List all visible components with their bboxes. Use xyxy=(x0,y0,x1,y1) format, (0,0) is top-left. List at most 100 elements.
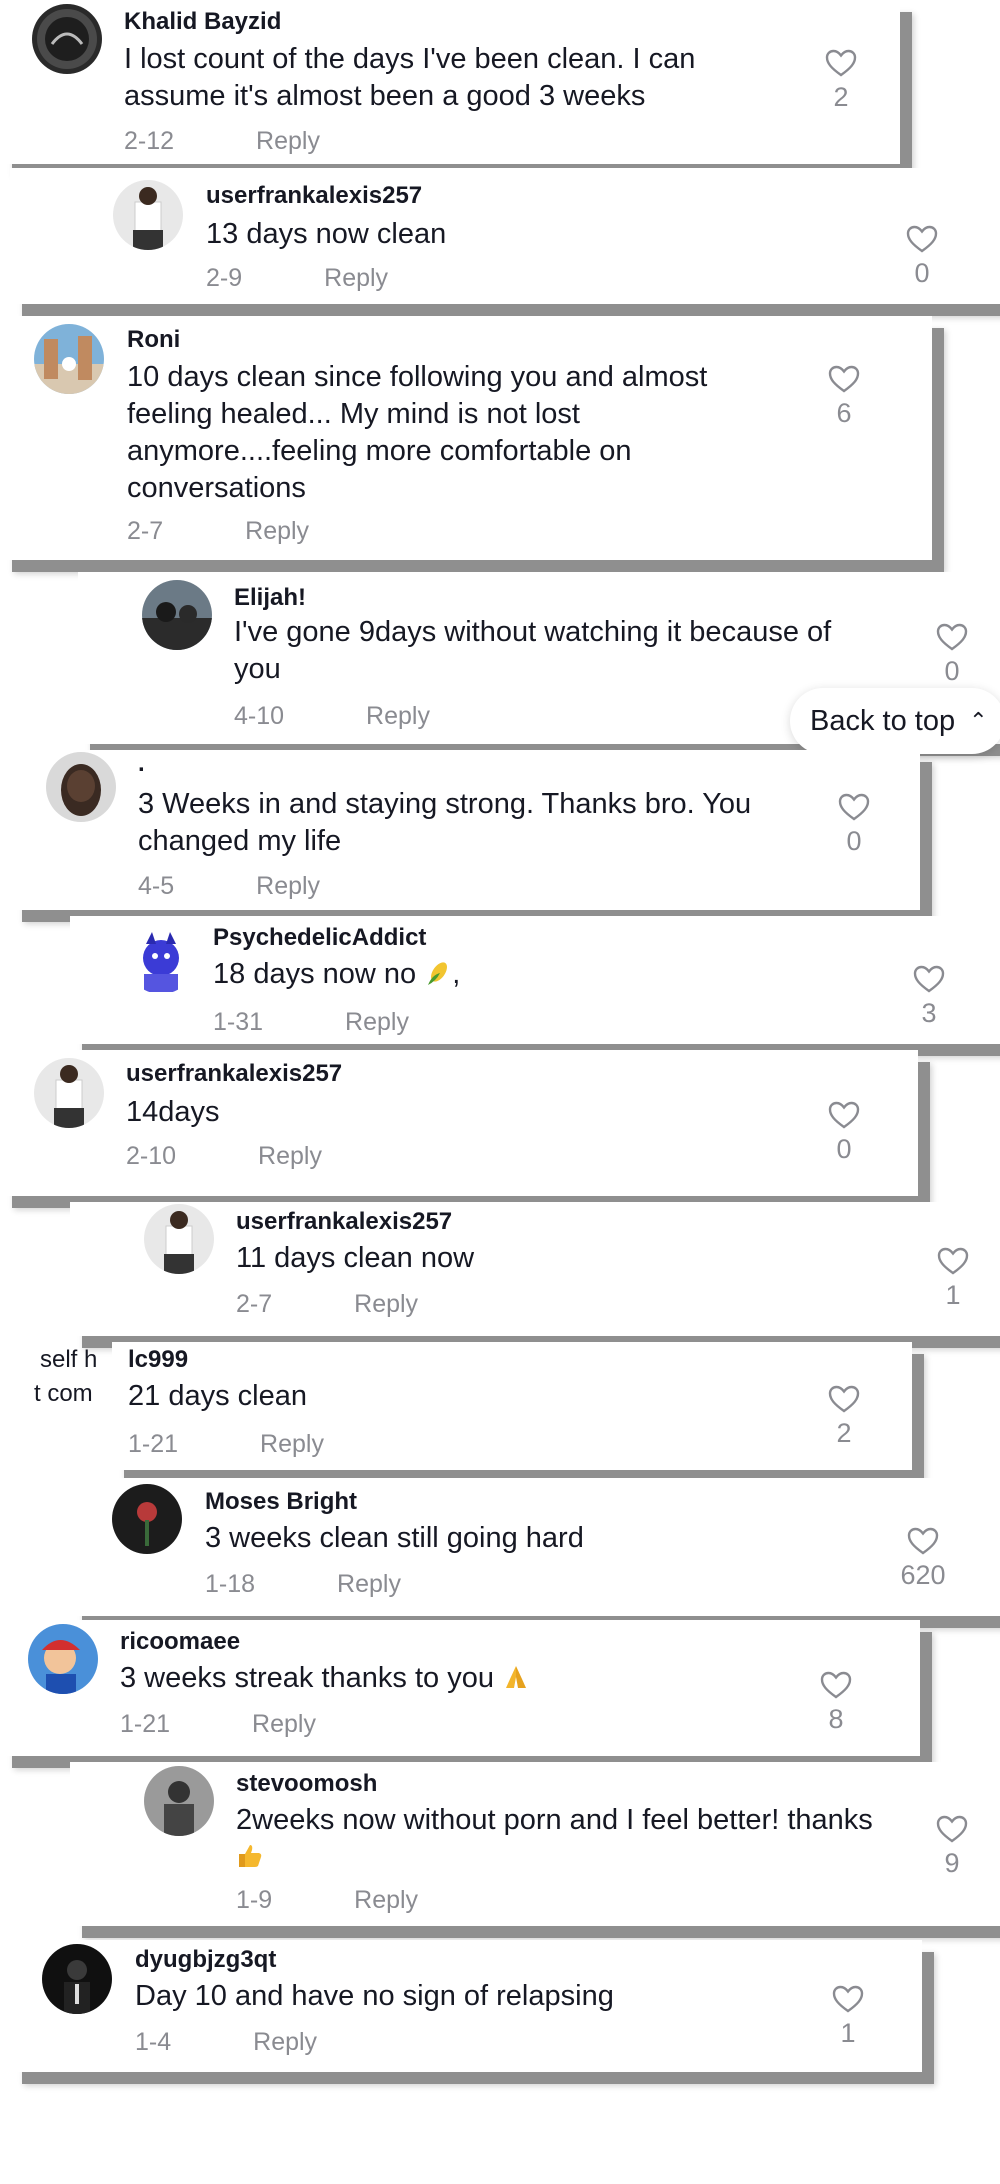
heart-icon xyxy=(838,793,870,821)
comment-card: . 3 Weeks in and staying strong. Thanks … xyxy=(10,750,920,910)
like-count: 620 xyxy=(900,1560,946,1590)
comment-date: 1-31 xyxy=(213,1008,264,1036)
avatar[interactable] xyxy=(46,752,116,822)
comment-card: userfrankalexis257 11 days clean now 2-7… xyxy=(70,1202,1000,1336)
avatar[interactable] xyxy=(32,4,102,74)
avatar[interactable] xyxy=(126,924,196,994)
reply-button[interactable]: Reply xyxy=(258,1142,322,1170)
comment-date: 2-7 xyxy=(127,517,164,545)
like-button[interactable]: 2 xyxy=(814,1384,874,1449)
reply-button[interactable]: Reply xyxy=(256,872,320,900)
comment-text-body: 2weeks now without porn and I feel bette… xyxy=(236,1804,873,1836)
comment-meta: 1-31 Reply xyxy=(213,1008,409,1037)
heart-icon xyxy=(832,1985,864,2013)
username[interactable]: stevoomosh xyxy=(236,1770,377,1798)
heart-icon xyxy=(907,1527,939,1555)
heart-icon xyxy=(828,1385,860,1413)
username[interactable]: Moses Bright xyxy=(205,1488,357,1516)
comment-date: 1-18 xyxy=(205,1570,256,1598)
like-button[interactable]: 2 xyxy=(811,48,871,113)
comment-meta: 2-12 Reply xyxy=(124,127,320,156)
folded-hands-emoji-icon xyxy=(506,1666,527,1688)
like-button[interactable]: 620 xyxy=(883,1526,963,1591)
comment-date: 1-9 xyxy=(236,1886,273,1914)
reply-button[interactable]: Reply xyxy=(337,1570,401,1598)
comment-text-body: 18 days now no xyxy=(213,958,417,990)
username[interactable]: lc999 xyxy=(128,1346,188,1374)
comment-meta: 2-10 Reply xyxy=(126,1142,322,1171)
comment-meta: 1-21 Reply xyxy=(128,1430,324,1459)
reply-button[interactable]: Reply xyxy=(345,1008,409,1036)
comment-text-body: 3 weeks streak thanks to you xyxy=(120,1662,494,1694)
avatar[interactable] xyxy=(112,1484,182,1554)
avatar[interactable] xyxy=(28,1624,98,1694)
comment-text: 3 Weeks in and staying strong. Thanks br… xyxy=(138,788,752,857)
avatar[interactable] xyxy=(144,1204,214,1274)
username[interactable]: . xyxy=(138,750,145,778)
like-count: 0 xyxy=(846,826,862,856)
username[interactable]: dyugbjzg3qt xyxy=(135,1946,276,1974)
reply-button[interactable]: Reply xyxy=(354,1290,418,1318)
reply-button[interactable]: Reply xyxy=(256,127,320,155)
heart-icon xyxy=(936,623,968,651)
like-button[interactable]: 0 xyxy=(922,622,982,687)
comment-card: Roni 10 days clean since following you a… xyxy=(0,316,932,560)
comment-text: 13 days now clean xyxy=(206,218,447,250)
heart-icon xyxy=(913,965,945,993)
like-count: 0 xyxy=(914,258,930,288)
comment-card: userfrankalexis257 14days 2-10 Reply 0 xyxy=(0,1050,918,1196)
comment-card: lc999 21 days clean 1-21 Reply 2 xyxy=(112,1342,912,1470)
comment-text: 18 days now no , xyxy=(213,956,863,993)
comment-date: 2-10 xyxy=(126,1142,177,1170)
comment-meta: 4-10 Reply xyxy=(234,702,430,731)
reply-button[interactable]: Reply xyxy=(245,517,309,545)
avatar[interactable] xyxy=(42,1944,112,2014)
avatar[interactable] xyxy=(113,180,183,250)
like-count: 3 xyxy=(921,998,937,1028)
reply-button[interactable]: Reply xyxy=(260,1430,324,1458)
avatar[interactable] xyxy=(142,580,212,650)
like-button[interactable]: 6 xyxy=(814,364,874,429)
comment-date: 2-7 xyxy=(236,1290,273,1318)
reply-button[interactable]: Reply xyxy=(366,702,430,730)
avatar[interactable] xyxy=(34,324,104,394)
username[interactable]: userfrankalexis257 xyxy=(206,182,422,210)
avatar[interactable] xyxy=(144,1766,214,1836)
username[interactable]: PsychedelicAddict xyxy=(213,924,426,952)
like-button[interactable]: 0 xyxy=(824,792,884,857)
avatar[interactable] xyxy=(34,1058,104,1128)
like-button[interactable]: 8 xyxy=(806,1670,866,1735)
thumbs-up-emoji-icon xyxy=(239,1845,262,1867)
comment-meta: 1-9 Reply xyxy=(236,1886,418,1915)
username[interactable]: Roni xyxy=(127,326,180,354)
reply-button[interactable]: Reply xyxy=(252,1710,316,1738)
comment-text: 10 days clean since following you and al… xyxy=(127,361,708,504)
like-button[interactable]: 0 xyxy=(814,1100,874,1165)
username[interactable]: userfrankalexis257 xyxy=(126,1060,342,1088)
comment-meta: 2-7 Reply xyxy=(236,1290,418,1319)
like-button[interactable]: 0 xyxy=(892,224,952,289)
like-button[interactable]: 3 xyxy=(899,964,959,1029)
reply-button[interactable]: Reply xyxy=(354,1886,418,1914)
comment-text: 21 days clean xyxy=(128,1380,307,1412)
like-button[interactable]: 1 xyxy=(818,1984,878,2049)
heart-icon xyxy=(825,49,857,77)
username[interactable]: ricoomaee xyxy=(120,1628,240,1656)
like-button[interactable]: 9 xyxy=(922,1814,982,1879)
like-count: 8 xyxy=(828,1704,844,1734)
overlap-fragment: self h xyxy=(40,1346,98,1373)
comment-date: 2-9 xyxy=(206,264,243,292)
username[interactable]: Khalid Bayzid xyxy=(124,8,281,36)
comment-text: I lost count of the days I've been clean… xyxy=(124,43,696,112)
back-to-top-button[interactable]: Back to top ⌃ xyxy=(790,688,1000,754)
comment-date: 1-21 xyxy=(120,1710,171,1738)
reply-button[interactable]: Reply xyxy=(253,2028,317,2056)
comment-date: 1-21 xyxy=(128,1430,179,1458)
comment-card: Moses Bright 3 weeks clean still going h… xyxy=(70,1478,1000,1616)
reply-button[interactable]: Reply xyxy=(324,264,388,292)
like-count: 2 xyxy=(833,82,849,112)
username[interactable]: Elijah! xyxy=(234,584,306,612)
overlap-fragment: t com xyxy=(34,1380,93,1407)
like-button[interactable]: 1 xyxy=(923,1246,983,1311)
username[interactable]: userfrankalexis257 xyxy=(236,1208,452,1236)
